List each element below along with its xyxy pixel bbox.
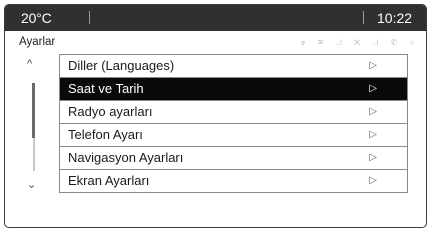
- scrollbar-thumb[interactable]: [32, 83, 35, 138]
- chevron-right-icon: ▷: [369, 152, 377, 163]
- chevron-right-icon: ▷: [369, 83, 377, 94]
- settings-list: Diller (Languages) ▷ Saat ve Tarih ▷ Rad…: [59, 54, 408, 193]
- menu-item-navigation-settings[interactable]: Navigasyon Ayarları ▷: [59, 147, 408, 170]
- status-bar: 20°C 10:22: [5, 5, 426, 31]
- page-title: Ayarlar: [19, 36, 56, 48]
- menu-item-time-date[interactable]: Saat ve Tarih ▷: [59, 78, 408, 101]
- status-divider: [363, 11, 364, 24]
- status-divider: [89, 11, 90, 24]
- menu-item-label: Ekran Ayarları: [68, 173, 150, 188]
- chevron-right-icon: ▷: [369, 106, 377, 117]
- scroll-up-icon[interactable]: ^: [27, 58, 32, 70]
- menu-item-languages[interactable]: Diller (Languages) ▷: [59, 55, 408, 78]
- scroll-down-icon[interactable]: ⌄: [27, 178, 36, 191]
- menu-item-label: Navigasyon Ayarları: [68, 150, 184, 165]
- chevron-right-icon: ▷: [369, 60, 377, 71]
- menu-item-label: Radyo ayarları: [68, 104, 153, 119]
- chevron-right-icon: ▷: [369, 175, 377, 186]
- menu-item-label: Diller (Languages): [68, 58, 175, 73]
- clock-readout: 10:22: [377, 10, 413, 26]
- menu-item-radio-settings[interactable]: Radyo ayarları ▷: [59, 101, 408, 124]
- connectivity-icons: ⩔ ✉ ◿ ✕ ◿ ✆ ○: [301, 38, 420, 47]
- infotainment-screen: 20°C 10:22 Ayarlar ⩔ ✉ ◿ ✕ ◿ ✆ ○ ^ ⌄ Dil…: [4, 4, 427, 228]
- temperature-readout: 20°C: [21, 10, 52, 26]
- menu-item-phone-settings[interactable]: Telefon Ayarı ▷: [59, 124, 408, 147]
- chevron-right-icon: ▷: [369, 129, 377, 140]
- menu-item-label: Telefon Ayarı: [68, 127, 143, 142]
- menu-item-label: Saat ve Tarih: [68, 81, 144, 96]
- menu-item-display-settings[interactable]: Ekran Ayarları ▷: [59, 170, 408, 193]
